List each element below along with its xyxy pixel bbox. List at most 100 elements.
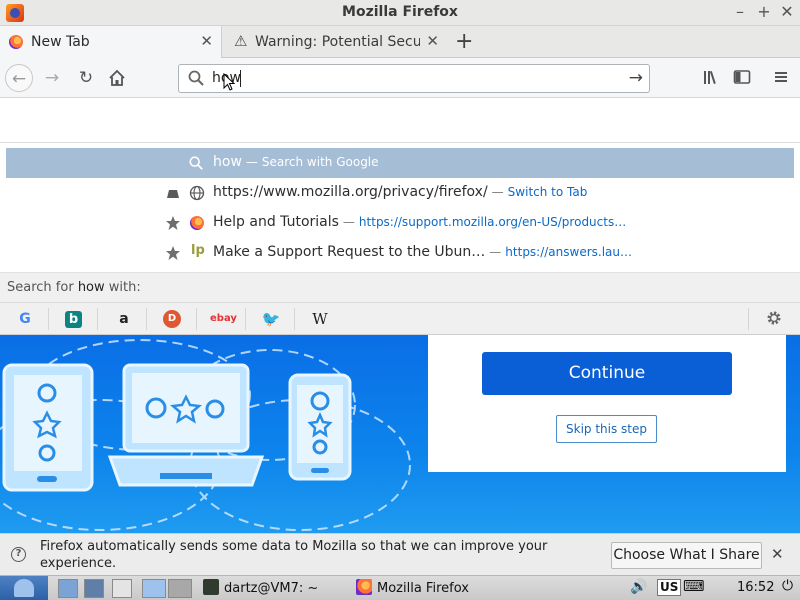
forward-button[interactable]: → xyxy=(38,64,66,92)
search-for-prefix: Search for xyxy=(7,280,78,295)
ebay-engine-button[interactable]: ebay xyxy=(210,309,237,329)
search-settings-button[interactable] xyxy=(764,309,784,329)
close-tab-icon[interactable]: ✕ xyxy=(200,32,213,50)
tab-label: Warning: Potential Secu xyxy=(255,34,420,50)
sidebar-icon xyxy=(733,70,751,84)
suggestion-search-row[interactable]: how — Search with Google xyxy=(6,148,794,178)
title-bar: Mozilla Firefox – + ✕ xyxy=(0,0,800,26)
back-button[interactable]: ← xyxy=(5,64,33,92)
tab-bar: New Tab ✕ ⚠ Warning: Potential Secu ✕ xyxy=(0,26,800,58)
continue-button[interactable]: Continue xyxy=(482,352,732,395)
choose-what-i-share-button[interactable]: Choose What I Share xyxy=(611,542,762,569)
globe-icon xyxy=(189,185,205,201)
start-menu-button[interactable] xyxy=(0,576,48,600)
go-arrow-icon[interactable]: → xyxy=(629,68,643,88)
tab-new-tab[interactable]: New Tab ✕ xyxy=(0,26,222,58)
close-window-button[interactable]: ✕ xyxy=(777,2,797,21)
sync-signin-panel: Continue Skip this step xyxy=(428,335,786,472)
bing-engine-button[interactable]: b xyxy=(65,311,82,328)
divider xyxy=(48,308,49,330)
task-label: dartz@VM7: ~ xyxy=(224,581,319,596)
switch-to-tab-label: Switch to Tab xyxy=(507,185,588,199)
home-icon xyxy=(109,69,125,86)
navigation-toolbar: ← → ↻ how → xyxy=(0,58,800,98)
maximize-button[interactable]: + xyxy=(754,2,774,21)
suggestion-title: Make a Support Request to the Ubun… xyxy=(213,244,486,260)
divider xyxy=(245,308,246,330)
question-icon: ? xyxy=(11,547,26,562)
close-notification-icon[interactable]: ✕ xyxy=(771,545,784,563)
clock[interactable]: 16:52 xyxy=(737,580,774,595)
sidebar-button[interactable] xyxy=(732,68,752,88)
keyboard-layout-indicator[interactable]: US xyxy=(657,579,682,596)
taskbar-item-terminal[interactable]: dartz@VM7: ~ xyxy=(203,578,318,599)
one-off-search-engines: G b a D ebay 🐦 W xyxy=(0,302,800,334)
firefox-icon xyxy=(356,579,372,595)
divider xyxy=(294,308,295,330)
suggestion-row[interactable]: lp Make a Support Request to the Ubun… — h… xyxy=(6,238,794,268)
system-taskbar: dartz@VM7: ~ Mozilla Firefox 🔊 US ⌨ 16:5… xyxy=(0,575,800,600)
twitter-engine-button[interactable]: 🐦 xyxy=(261,309,281,329)
data-collection-notification: ? Firefox automatically sends some data … xyxy=(0,533,800,575)
divider xyxy=(748,308,749,330)
tab-label: New Tab xyxy=(31,34,90,50)
star-icon xyxy=(166,216,180,230)
power-icon[interactable]: ⏻ xyxy=(782,578,793,594)
tab-icon xyxy=(167,190,179,198)
library-icon xyxy=(704,71,716,85)
suggestion-title: Help and Tutorials xyxy=(213,214,339,230)
terminal-launcher-icon[interactable] xyxy=(112,579,132,598)
terminal-icon xyxy=(203,579,219,595)
library-button[interactable] xyxy=(701,68,721,88)
text-caret xyxy=(240,70,241,87)
suggestion-term: how xyxy=(213,154,242,170)
home-button[interactable] xyxy=(103,64,131,92)
hamburger-menu-icon xyxy=(775,72,787,82)
volume-icon[interactable]: 🔊 xyxy=(630,579,647,595)
duckduckgo-engine-button[interactable]: D xyxy=(163,310,181,328)
search-with-bar: Search for how with: xyxy=(0,272,800,302)
workspace-1[interactable] xyxy=(142,579,166,598)
suggestion-row[interactable]: https://www.mozilla.org/privacy/firefox/… xyxy=(6,178,794,208)
new-tab-button[interactable]: + xyxy=(455,29,473,54)
notification-message: Firefox automatically sends some data to… xyxy=(40,539,548,571)
minimize-button[interactable]: – xyxy=(730,2,750,21)
page-content: Continue Skip this step xyxy=(0,335,800,533)
search-icon xyxy=(188,70,204,86)
star-icon xyxy=(166,246,180,260)
launchpad-icon: lp xyxy=(191,243,205,258)
firefox-icon xyxy=(9,35,23,49)
firefox-icon xyxy=(190,216,204,230)
keyboard-icon[interactable]: ⌨ xyxy=(683,577,705,595)
suggestion-row[interactable]: Help and Tutorials — https://support.mozil… xyxy=(6,208,794,238)
skip-this-step-button[interactable]: Skip this step xyxy=(556,415,657,443)
divider xyxy=(97,308,98,330)
suggestion-url: https://www.mozilla.org/privacy/firefox/ xyxy=(213,184,488,200)
window-title: Mozilla Firefox xyxy=(342,4,458,20)
task-label: Mozilla Firefox xyxy=(377,581,469,596)
divider xyxy=(0,142,800,143)
suggestion-link: https://support.mozilla.org/en-US/produc… xyxy=(358,215,627,229)
divider xyxy=(146,308,147,330)
divider xyxy=(196,308,197,330)
suggestion-link: https://answers.lau… xyxy=(505,245,633,259)
url-suggestions-popup: how — Search with Google https://www.mozil… xyxy=(0,98,800,335)
close-tab-icon[interactable]: ✕ xyxy=(426,32,439,50)
search-for-term: how xyxy=(77,280,105,295)
reload-button[interactable]: ↻ xyxy=(72,64,100,92)
menu-button[interactable] xyxy=(771,68,791,88)
amazon-engine-button[interactable]: a xyxy=(114,309,134,329)
google-engine-button[interactable]: G xyxy=(15,309,35,329)
gear-icon xyxy=(767,311,781,325)
file-manager-icon[interactable] xyxy=(84,579,104,598)
workspace-2[interactable] xyxy=(168,579,192,598)
wikipedia-engine-button[interactable]: W xyxy=(310,309,330,329)
show-desktop-icon[interactable] xyxy=(58,579,78,598)
tab-warning[interactable]: ⚠ Warning: Potential Secu ✕ xyxy=(224,26,447,58)
suggestion-action: Search with Google xyxy=(261,155,379,169)
mouse-cursor-icon xyxy=(223,73,235,91)
warning-icon: ⚠ xyxy=(234,32,248,50)
search-icon xyxy=(189,156,203,170)
url-bar[interactable]: how → xyxy=(178,64,650,93)
taskbar-item-firefox[interactable]: Mozilla Firefox xyxy=(356,578,469,599)
